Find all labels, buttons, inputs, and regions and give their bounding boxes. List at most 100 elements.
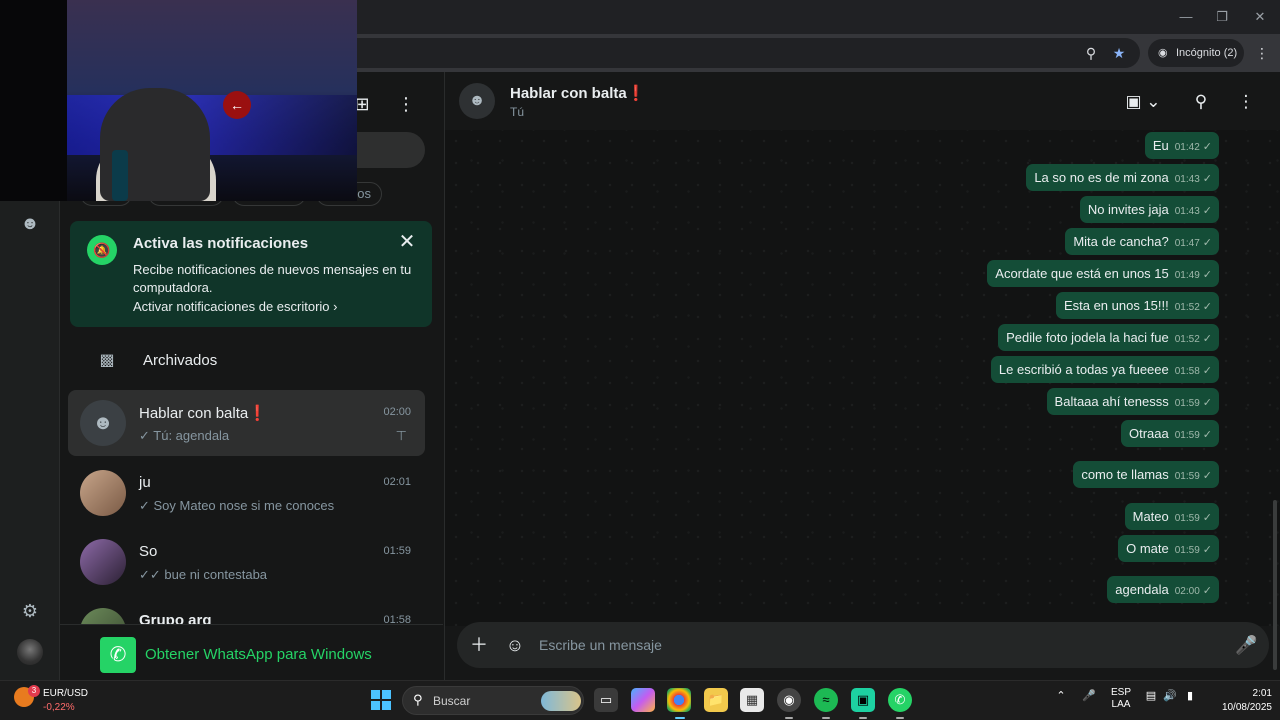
enable-notifications-label: Activar notificaciones de escritorio [133, 299, 330, 314]
taskbar-search[interactable]: ⚲ Buscar [402, 686, 584, 715]
message-time: 01:59 ✓ [1174, 470, 1212, 482]
obs-icon[interactable]: ◉ [777, 688, 801, 712]
chat-name: Grupo arg [139, 612, 212, 624]
get-whatsapp-banner[interactable]: ✆ Obtener WhatsApp para Windows [60, 624, 443, 680]
chat-row[interactable]: So 01:59 ✓✓ bue ni contestaba [68, 529, 425, 595]
clock-time: 2:01 [1252, 688, 1272, 699]
message-text: Baltaaa ahí tenesss [1054, 394, 1169, 409]
message-text: Esta en unos 15!!! [1063, 298, 1169, 313]
chat-name-text: Hablar con balta [139, 405, 249, 422]
message-time: 01:42 ✓ [1174, 141, 1212, 153]
language-indicator[interactable]: ESP LAA [1106, 687, 1136, 711]
clock-date: 10/08/2025 [1221, 702, 1272, 713]
webcam-dark-edge [0, 0, 67, 201]
sent-check-icon: ✓ [1202, 397, 1212, 409]
message-bubble[interactable]: Acordate que está en unos 15 01:49 ✓ [987, 260, 1219, 287]
chat-row[interactable]: Grupo arg 01:58 [68, 598, 425, 624]
minimize-icon[interactable]: — [1178, 9, 1194, 25]
message-bubble[interactable]: Mita de cancha? 01:47 ✓ [1065, 228, 1219, 255]
whatsapp-open-indicator [896, 717, 904, 719]
microsoft-store-icon[interactable]: ▦ [740, 688, 764, 712]
message-bubble[interactable]: agendala 02:00 ✓ [1107, 576, 1219, 603]
chat-preview: ✓ Tú: agendala [139, 428, 230, 443]
emoji-sticker-icon[interactable]: ☺ [504, 634, 526, 656]
video-call-icon[interactable]: ▣ ⌄ [1125, 91, 1161, 113]
menu-icon[interactable]: ⋮ [1235, 91, 1257, 113]
group-avatar[interactable]: ☻ [459, 83, 495, 119]
message-bubble[interactable]: Eu 01:42 ✓ [1144, 132, 1219, 159]
message-text: Acordate que está en unos 15 [995, 266, 1169, 281]
message-bubble[interactable]: como te llamas 01:59 ✓ [1073, 461, 1219, 488]
sent-check-icon: ✓ [1202, 173, 1212, 185]
chat-row[interactable]: ☻ Hablar con balta❗ 02:00 ✓ Tú: agendala… [68, 390, 425, 456]
browser-menu-icon[interactable]: ⋮ [1253, 44, 1271, 62]
chat-name: Hablar con balta❗ [139, 404, 267, 422]
chat-name: So [139, 543, 158, 560]
chat-row[interactable]: ju 02:01 ✓ Soy Mateo nose si me conoces [68, 460, 425, 526]
microphone-icon[interactable]: 🎤 [1082, 689, 1096, 702]
sent-check-icon: ✓ [1202, 269, 1212, 281]
menu-icon[interactable]: ⋮ [394, 92, 418, 116]
settings-icon[interactable]: ⚙ [18, 599, 42, 623]
message-input[interactable] [539, 622, 1219, 668]
spotify-icon[interactable]: ≈ [814, 688, 838, 712]
message-time: 02:00 ✓ [1174, 585, 1212, 597]
contact-avatar [80, 539, 126, 585]
webcam-red-sign: ← [223, 91, 251, 119]
copilot-icon[interactable] [631, 688, 655, 712]
ticker-symbol[interactable]: EUR/USD [43, 688, 88, 699]
attach-plus-icon[interactable]: ＋ [468, 634, 490, 656]
message-bubble[interactable]: Le escribió a todas ya fueeee 01:58 ✓ [990, 356, 1219, 383]
pin-icon: ⊤ [395, 428, 407, 443]
chat-time: 02:00 [383, 406, 411, 418]
whatsapp-icon[interactable]: ✆ [888, 688, 912, 712]
message-bubble[interactable]: Mateo 01:59 ✓ [1124, 503, 1219, 530]
search-highlight-image [541, 691, 581, 711]
file-explorer-icon[interactable]: 📁 [704, 688, 728, 712]
bookmark-star-icon[interactable]: ★ [1110, 44, 1128, 62]
scrollbar[interactable] [1273, 500, 1277, 670]
message-text: Le escribió a todas ya fueeee [998, 362, 1169, 377]
incognito-button[interactable]: ◉ Incógnito (2) [1148, 39, 1244, 67]
message-bubble[interactable]: No invites jaja 01:43 ✓ [1079, 196, 1219, 223]
app-icon[interactable]: ▣ [851, 688, 875, 712]
close-icon[interactable]: ✕ [396, 231, 418, 253]
task-view-icon[interactable]: ▭ [594, 688, 618, 712]
address-bar[interactable]: ⚲ ★ [340, 38, 1140, 68]
zoom-icon[interactable]: ⚲ [1082, 44, 1100, 62]
enable-notifications-link[interactable]: Activar notificaciones de escritorio › [133, 299, 338, 314]
sent-check-icon: ✓ [1202, 333, 1212, 345]
conversation-panel: ☻ Hablar con balta❗ Tú ▣ ⌄ ⚲ ⋮ Eu 01:42 ✓ L… [444, 72, 1280, 680]
sent-check-icon: ✓ [1202, 512, 1212, 524]
chevron-up-icon[interactable]: ⌃ [1054, 689, 1068, 702]
network-icon[interactable]: ▤ [1144, 689, 1158, 702]
message-time: 01:43 ✓ [1174, 173, 1212, 185]
archived-label: Archivados [143, 352, 218, 369]
message-text: Otraaa [1129, 426, 1169, 441]
archived-row[interactable]: ▩ Archivados [60, 338, 443, 384]
start-windows-icon[interactable] [371, 690, 391, 710]
chrome-icon[interactable] [667, 688, 691, 712]
search-icon[interactable]: ⚲ [1190, 91, 1212, 113]
battery-icon[interactable]: ▮ [1182, 689, 1198, 702]
maximize-icon[interactable]: ❐ [1214, 9, 1230, 25]
message-text: No invites jaja [1087, 202, 1169, 217]
message-bubble[interactable]: Otraaa 01:59 ✓ [1121, 420, 1219, 447]
incognito-label: Incógnito (2) [1176, 47, 1238, 59]
message-bubble[interactable]: La so no es de mi zona 01:43 ✓ [1026, 164, 1219, 191]
profile-avatar[interactable] [17, 639, 43, 665]
obs-open-indicator [785, 717, 793, 719]
volume-icon[interactable]: 🔊 [1163, 689, 1177, 702]
clock[interactable]: 2:01 10/08/2025 [1206, 687, 1272, 715]
communities-icon[interactable]: ☻ [18, 211, 42, 235]
message-bubble[interactable]: Esta en unos 15!!! 01:52 ✓ [1055, 292, 1219, 319]
message-bubble[interactable]: Pedile foto jodela la haci fue 01:52 ✓ [998, 324, 1219, 351]
conversation-header[interactable]: ☻ Hablar con balta❗ Tú ▣ ⌄ ⚲ ⋮ [445, 72, 1280, 130]
ticker-change: -0,22% [43, 702, 75, 713]
start-tile [382, 690, 391, 699]
message-bubble[interactable]: Baltaaa ahí tenesss 01:59 ✓ [1046, 388, 1219, 415]
message-bubble[interactable]: O mate 01:59 ✓ [1118, 535, 1219, 562]
archive-icon: ▩ [99, 352, 115, 369]
close-icon[interactable]: ✕ [1252, 9, 1268, 25]
microphone-icon[interactable]: 🎤 [1235, 634, 1257, 656]
